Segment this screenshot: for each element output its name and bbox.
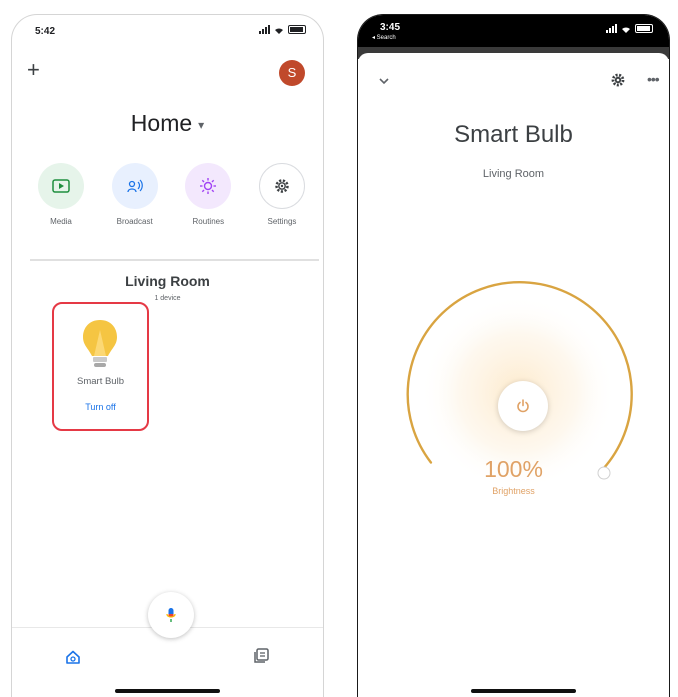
media-shortcut[interactable]: Media: [26, 163, 96, 226]
device-title: Smart Bulb: [454, 121, 573, 148]
account-avatar[interactable]: S: [279, 60, 305, 86]
broadcast-label: Broadcast: [116, 217, 153, 226]
chevron-down-icon: ▾: [198, 117, 205, 132]
status-time: 3:45: [380, 22, 401, 33]
feed-icon[interactable]: [252, 647, 270, 665]
divider: [30, 259, 319, 261]
brightness-value: 100%: [484, 456, 543, 482]
home-name: Home: [130, 110, 193, 136]
wifi-icon: [622, 27, 630, 33]
status-bar: 5:42: [12, 15, 323, 41]
back-to-search[interactable]: ◂ Search: [372, 34, 396, 41]
broadcast-icon: [111, 163, 158, 209]
wifi-icon: [275, 28, 283, 34]
gear-icon[interactable]: [611, 73, 625, 87]
home-icon[interactable]: [65, 649, 81, 665]
media-icon: [38, 163, 84, 209]
battery-icon: [635, 24, 653, 33]
broadcast-shortcut[interactable]: Broadcast: [100, 163, 170, 226]
shortcut-row: Media Broadcast Routines Settings: [26, 163, 317, 226]
more-options-icon[interactable]: •••: [647, 71, 660, 87]
settings-label: Settings: [267, 217, 297, 226]
add-button[interactable]: +: [27, 59, 40, 81]
brightness-label: Brightness: [492, 486, 535, 496]
home-screen: 5:42 + S Home ▾ Media Broadcast Routines…: [11, 14, 324, 697]
routines-icon: [185, 163, 232, 209]
signal-icon: [606, 24, 617, 33]
media-label: Media: [50, 217, 72, 226]
routines-label: Routines: [192, 217, 225, 226]
bulb-icon: [83, 320, 117, 367]
mic-button[interactable]: [148, 592, 194, 638]
smart-bulb-card[interactable]: Smart Bulb Turn off: [52, 302, 149, 431]
status-bar: 3:45 ◂ Search: [358, 15, 669, 47]
home-indicator: [115, 689, 220, 693]
gear-icon: [258, 163, 305, 209]
room-device-count: 1 device: [154, 295, 181, 302]
settings-shortcut[interactable]: Settings: [247, 163, 317, 226]
room-title: Living Room: [125, 273, 210, 289]
device-screen: 3:45 ◂ Search ••• Smart Bulb Living Room: [357, 14, 670, 697]
power-icon: [517, 399, 529, 413]
chevron-down-icon[interactable]: [379, 78, 389, 85]
signal-icon: [259, 25, 270, 34]
turn-off-link[interactable]: Turn off: [54, 402, 147, 412]
status-time: 5:42: [35, 26, 56, 37]
home-indicator: [471, 689, 576, 693]
home-selector[interactable]: Home ▾: [12, 110, 323, 137]
device-name: Smart Bulb: [77, 376, 124, 387]
power-button[interactable]: [498, 381, 548, 431]
status-icons: [259, 25, 306, 34]
device-sheet: ••• Smart Bulb Living Room 100% Brightne…: [358, 53, 669, 697]
routines-shortcut[interactable]: Routines: [173, 163, 243, 226]
mic-icon: [166, 608, 176, 622]
status-icons: [606, 24, 653, 33]
battery-icon: [288, 25, 306, 34]
device-room: Living Room: [482, 168, 545, 180]
